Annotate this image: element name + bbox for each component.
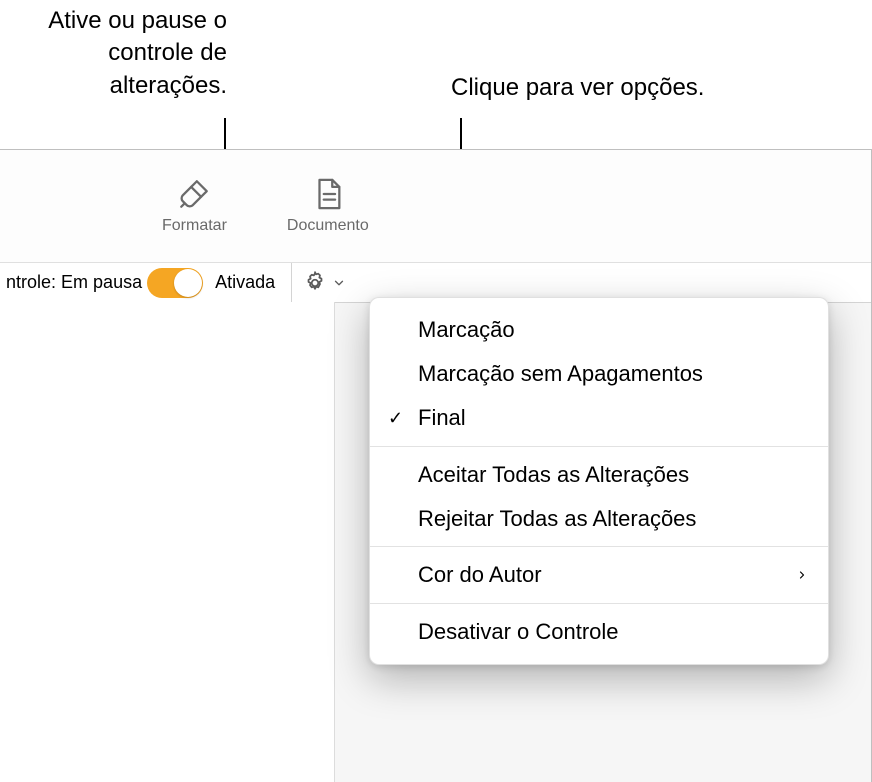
menu-item-label: Cor do Autor <box>418 559 542 591</box>
toggle-knob <box>174 269 202 297</box>
track-toggle[interactable] <box>147 268 203 298</box>
menu-item-label: Marcação <box>418 314 515 346</box>
menu-item-label: Marcação sem Apagamentos <box>418 358 703 390</box>
menu-item-rejeitar-todas[interactable]: Rejeitar Todas as Alterações <box>370 497 828 541</box>
menu-item-marcacao-sem-apagamentos[interactable]: Marcação sem Apagamentos <box>370 352 828 396</box>
menu-item-desativar-controle[interactable]: Desativar o Controle <box>370 610 828 654</box>
main-toolbar: Formatar Documento <box>0 150 871 263</box>
menu-item-aceitar-todas[interactable]: Aceitar Todas as Alterações <box>370 453 828 497</box>
document-icon <box>311 177 345 211</box>
menu-separator <box>370 446 828 447</box>
menu-separator <box>370 546 828 547</box>
checkmark-icon: ✓ <box>388 405 403 431</box>
menu-item-cor-do-autor[interactable]: Cor do Autor <box>370 553 828 597</box>
document-canvas <box>0 302 335 782</box>
menu-separator <box>370 603 828 604</box>
menu-item-label: Final <box>418 402 466 434</box>
track-status-prefix: ntrole: Em pausa <box>6 272 142 293</box>
track-options-menu: Marcação Marcação sem Apagamentos ✓ Fina… <box>369 297 829 665</box>
toolbar-label: Formatar <box>162 217 227 235</box>
gear-icon <box>302 270 328 296</box>
track-activated-label: Ativada <box>215 272 275 293</box>
format-button[interactable]: Formatar <box>162 177 227 235</box>
chevron-right-icon <box>786 567 808 583</box>
brush-icon <box>177 177 211 211</box>
toolbar-label: Documento <box>287 217 369 235</box>
track-options-dropdown[interactable] <box>302 270 346 296</box>
chevron-down-icon <box>332 276 346 290</box>
callout-text-toggle: Ative ou pause o controle de alterações. <box>37 5 227 102</box>
menu-item-final[interactable]: ✓ Final <box>370 396 828 440</box>
menu-item-label: Aceitar Todas as Alterações <box>418 459 689 491</box>
separator <box>291 263 292 302</box>
document-button[interactable]: Documento <box>287 177 369 235</box>
menu-item-label: Rejeitar Todas as Alterações <box>418 503 696 535</box>
menu-item-label: Desativar o Controle <box>418 616 619 648</box>
callout-text-options: Clique para ver opções. <box>451 72 704 104</box>
menu-item-marcacao[interactable]: Marcação <box>370 308 828 352</box>
